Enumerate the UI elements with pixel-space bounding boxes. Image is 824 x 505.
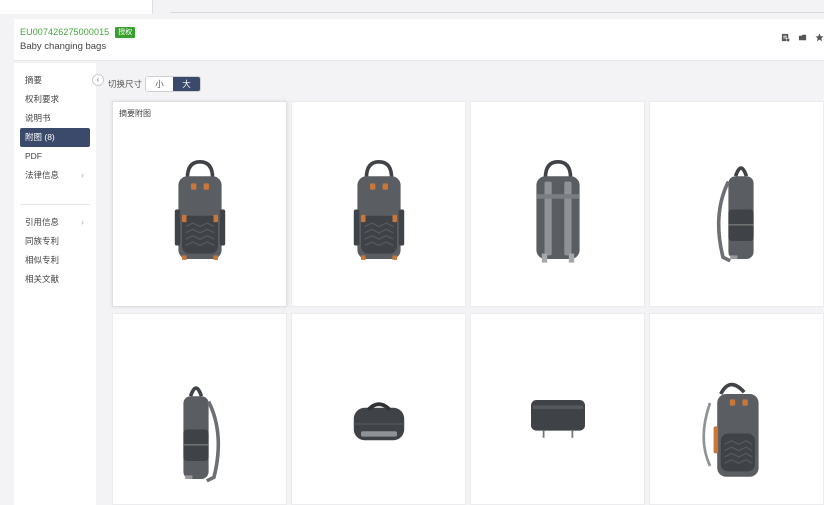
figure-card[interactable]: 摘要附图	[112, 101, 287, 307]
note-icon[interactable]	[781, 33, 790, 42]
figure-card[interactable]	[649, 313, 824, 505]
sidebar-item-label: 引用信息	[25, 217, 60, 227]
figures-panel: 切换尺寸 小 大 摘要附图	[104, 63, 824, 505]
figure-card[interactable]	[470, 313, 645, 505]
top-rule	[170, 12, 824, 13]
sidebar-item[interactable]: PDF	[20, 147, 90, 166]
patent-number[interactable]: EU007426275000015	[20, 27, 109, 37]
figure-card[interactable]	[291, 313, 466, 505]
backpack-illustration	[183, 386, 221, 483]
top-tab-strip	[0, 0, 824, 14]
figure-card[interactable]	[112, 313, 287, 505]
figure-card[interactable]	[649, 101, 824, 307]
figure-image	[536, 159, 580, 263]
chevron-right-icon: ›	[81, 170, 84, 180]
patent-viewer: EU007426275000015 授权 Baby changing bags …	[0, 0, 824, 505]
header-actions	[781, 33, 824, 42]
figure-image	[174, 159, 226, 260]
patent-header: EU007426275000015 授权 Baby changing bags	[14, 19, 824, 61]
sidebar-item-label: 说明书	[25, 113, 51, 123]
sidebar-item[interactable]: 权利要求	[20, 90, 90, 109]
sidebar-item-label: 法律信息	[25, 170, 60, 180]
sidebar-item[interactable]: 摘要	[20, 71, 90, 90]
size-switcher: 切换尺寸 小 大	[108, 75, 202, 93]
chevron-right-icon: ›	[81, 217, 84, 227]
sidebar-nav: 摘要权利要求说明书附图 (8) PDF 法律信息 › 引用信息 › 同族专利相似专利相关文献	[20, 71, 90, 289]
figure-caption: 摘要附图	[119, 109, 151, 118]
sidebar-item-label: 权利要求	[25, 94, 60, 104]
status-badge: 授权	[115, 26, 136, 38]
sidebar-item[interactable]: 同族专利	[20, 232, 90, 251]
size-large-button[interactable]: 大	[173, 77, 201, 91]
chevron-left-icon[interactable]: ‹	[92, 74, 104, 86]
figure-card[interactable]	[470, 101, 645, 307]
backpack-illustration	[531, 400, 585, 438]
figure-card[interactable]	[291, 101, 466, 307]
backpack-illustration	[536, 159, 580, 263]
backpack-illustration	[353, 402, 405, 441]
figure-image	[353, 159, 405, 260]
figure-image	[702, 382, 759, 477]
top-tab[interactable]	[0, 0, 152, 14]
size-toggle: 小 大	[145, 76, 202, 92]
tab-divider	[152, 0, 153, 14]
sidebar: 摘要权利要求说明书附图 (8) PDF 法律信息 › 引用信息 › 同族专利相似专利相关文献	[14, 63, 96, 505]
sidebar-item[interactable]: 相关文献	[20, 270, 90, 289]
backpack-illustration	[716, 166, 754, 263]
sidebar-item-label: 相似专利	[25, 255, 60, 265]
sidebar-item[interactable]: 法律信息 ›	[20, 166, 90, 185]
patent-title: Baby changing bags	[20, 41, 107, 52]
sidebar-item[interactable]: 说明书	[20, 109, 90, 128]
sidebar-item[interactable]: 相似专利	[20, 251, 90, 270]
nav-divider	[20, 204, 90, 205]
backpack-illustration	[702, 382, 759, 477]
sidebar-item-label: 附图 (8)	[25, 132, 55, 142]
figure-image	[183, 386, 221, 483]
figure-image	[353, 402, 405, 441]
sidebar-item-label: 摘要	[25, 75, 43, 85]
sidebar-item[interactable]: 引用信息 ›	[20, 213, 90, 232]
figure-grid: 摘要附图	[112, 101, 824, 505]
backpack-illustration	[353, 159, 405, 260]
figure-image	[716, 166, 754, 263]
sidebar-item-label: 相关文献	[25, 274, 60, 284]
star-icon[interactable]	[815, 33, 824, 42]
sidebar-item[interactable]: 附图 (8)	[20, 128, 90, 147]
size-switch-label: 切换尺寸	[108, 79, 143, 89]
sidebar-item-label: PDF	[25, 151, 42, 161]
backpack-illustration	[174, 159, 226, 260]
folder-icon[interactable]	[798, 33, 807, 42]
figure-image	[531, 400, 585, 438]
sidebar-item-label: 同族专利	[25, 236, 60, 246]
size-small-button[interactable]: 小	[146, 77, 174, 91]
